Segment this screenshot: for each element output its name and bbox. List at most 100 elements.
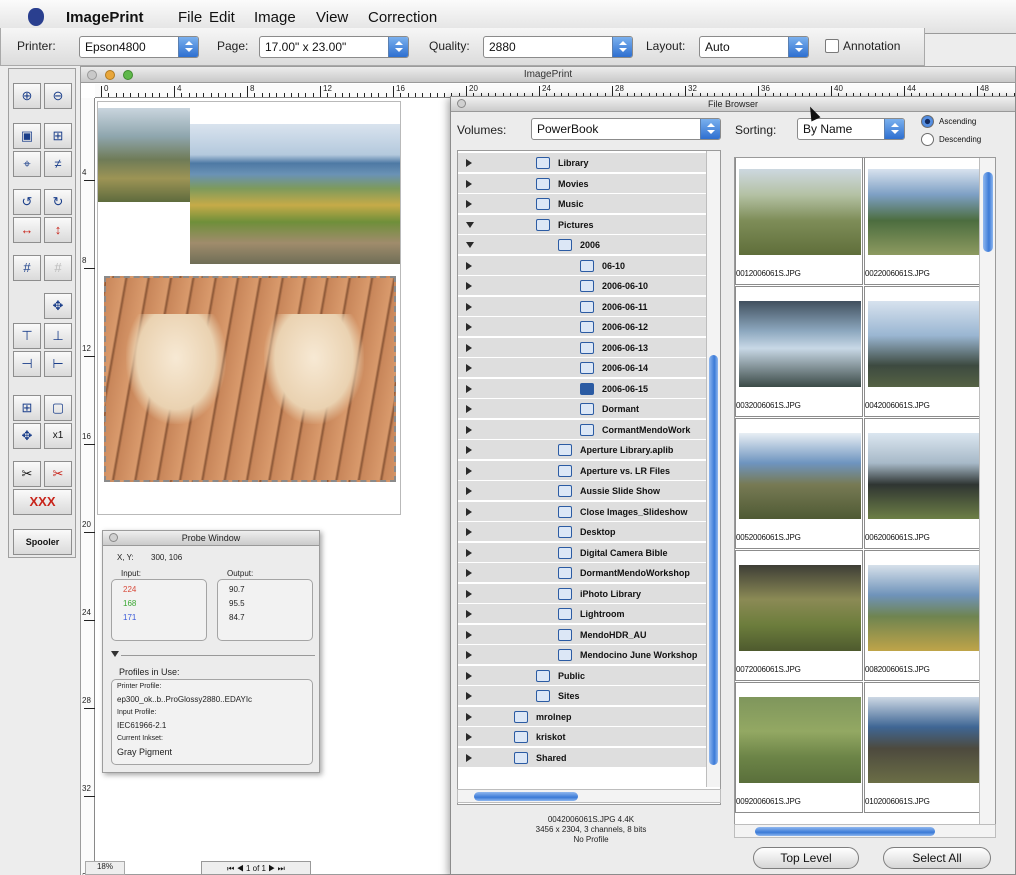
thumbs-vscroll-thumb[interactable] — [983, 172, 993, 252]
rotate-right-icon[interactable]: ↻ — [44, 189, 72, 215]
disclosure-closed-icon[interactable] — [466, 179, 472, 188]
cut-icon[interactable]: ✂ — [13, 461, 41, 487]
disclosure-closed-icon[interactable] — [466, 548, 472, 557]
frame-icon[interactable]: ▢ — [44, 395, 72, 421]
document-title-bar[interactable]: ImagePrint — [81, 67, 1015, 83]
disclosure-closed-icon[interactable] — [466, 507, 472, 516]
disclosure-closed-icon[interactable] — [466, 384, 472, 393]
delete-all-icon[interactable]: XXX — [13, 489, 72, 515]
thumbnail-image[interactable] — [868, 433, 990, 519]
thumbs-hscroll-thumb[interactable] — [755, 827, 935, 836]
tree-row[interactable]: Dormant — [458, 399, 706, 419]
tree-vertical-scrollbar[interactable] — [706, 151, 720, 787]
tree-row[interactable]: Shared — [458, 747, 706, 768]
thumbnail-cell[interactable]: 0032006061S.JPG — [735, 286, 863, 417]
tree-row[interactable]: 2006-06-15 — [458, 378, 706, 399]
page-size-popup[interactable]: 17.00" x 23.00" — [259, 36, 409, 58]
zoom-level[interactable]: 18% — [85, 861, 125, 875]
arrange-icon[interactable]: ▣ — [13, 123, 41, 149]
disclosure-closed-icon[interactable] — [466, 569, 472, 577]
menu-app-name[interactable]: ImagePrint — [66, 9, 144, 26]
disclosure-closed-icon[interactable] — [466, 159, 472, 167]
align-right-icon[interactable]: ⊢ — [44, 351, 72, 377]
prev-page-icon[interactable]: ◀ — [237, 864, 244, 873]
thumbnail-image[interactable] — [739, 697, 861, 783]
tree-row[interactable]: Close Images_Slideshow — [458, 501, 706, 522]
disclosure-closed-icon[interactable] — [466, 528, 472, 536]
photo-coastline-small[interactable] — [98, 108, 190, 202]
tree-row[interactable]: Mendocino June Workshop — [458, 645, 706, 665]
probe-title-bar[interactable]: Probe Window — [103, 531, 319, 546]
thumbnail-cell[interactable]: 0022006061S.JPG — [864, 158, 992, 285]
tree-row[interactable]: 2006-06-11 — [458, 296, 706, 317]
menu-edit[interactable]: Edit — [209, 9, 235, 26]
tree-row[interactable]: Aperture Library.aplib — [458, 440, 706, 460]
disclosure-closed-icon[interactable] — [466, 282, 472, 290]
printer-popup[interactable]: Epson4800 — [79, 36, 199, 58]
top-level-button[interactable]: Top Level — [753, 847, 859, 869]
tree-row[interactable]: mrolnep — [458, 706, 706, 727]
descending-radio[interactable] — [921, 133, 934, 146]
disclosure-closed-icon[interactable] — [466, 630, 472, 639]
first-page-icon[interactable]: ⏮ — [227, 864, 234, 873]
thumbnail-cell[interactable]: 0102006061S.JPG — [864, 682, 992, 813]
thumbnail-cell[interactable]: 0052006061S.JPG — [735, 418, 863, 549]
thumbs-horizontal-scrollbar[interactable] — [734, 824, 996, 838]
tree-row[interactable]: 2006-06-10 — [458, 276, 706, 296]
disclosure-closed-icon[interactable] — [466, 446, 472, 454]
file-browser-title-bar[interactable]: File Browser — [451, 97, 1015, 112]
disclosure-closed-icon[interactable] — [466, 425, 472, 434]
annotation-checkbox[interactable] — [825, 39, 839, 53]
tree-row[interactable]: 2006-06-12 — [458, 317, 706, 337]
close-icon[interactable] — [87, 70, 97, 80]
disclosure-open-icon[interactable] — [466, 242, 474, 248]
disclosure-closed-icon[interactable] — [466, 651, 472, 659]
layout-popup[interactable]: Auto — [699, 36, 809, 58]
tree-row[interactable]: Movies — [458, 173, 706, 194]
rotate-left-icon[interactable]: ↺ — [13, 189, 41, 215]
tree-row[interactable]: Aperture vs. LR Files — [458, 460, 706, 481]
tree-row[interactable]: 2006-06-13 — [458, 337, 706, 358]
disclosure-closed-icon[interactable] — [466, 200, 472, 208]
fit-icon[interactable]: ⊞ — [13, 395, 41, 421]
spooler-button[interactable]: Spooler — [13, 529, 72, 555]
tree-row[interactable]: 2006-06-14 — [458, 358, 706, 378]
tree-row[interactable]: Digital Camera Bible — [458, 542, 706, 563]
select-all-button[interactable]: Select All — [883, 847, 991, 869]
disclosure-closed-icon[interactable] — [466, 487, 472, 495]
scale-button[interactable]: x1 — [44, 423, 72, 449]
thumbnail-cell[interactable]: 0042006061S.JPG — [864, 286, 992, 417]
thumbnail-cell[interactable]: 0092006061S.JPG — [735, 682, 863, 813]
tree-row[interactable]: CormantMendoWork — [458, 419, 706, 440]
zoom-in-icon[interactable]: ⊕ — [13, 83, 41, 109]
close-icon[interactable] — [109, 533, 118, 542]
thumbnail-image[interactable] — [739, 433, 861, 519]
last-page-icon[interactable]: ⏭ — [278, 864, 285, 873]
center-icon[interactable]: ⌖ — [13, 151, 41, 177]
tree-row[interactable]: MendoHDR_AU — [458, 624, 706, 645]
apple-menu-icon[interactable] — [28, 8, 44, 26]
volumes-popup[interactable]: PowerBook — [531, 118, 721, 140]
zoom-icon[interactable] — [123, 70, 133, 80]
thumbnail-image[interactable] — [739, 565, 861, 651]
thumbnail-cell[interactable]: 0012006061S.JPG — [735, 158, 863, 285]
tree-row[interactable]: Aussie Slide Show — [458, 481, 706, 501]
thumbnail-image[interactable] — [868, 697, 990, 783]
disclosure-closed-icon[interactable] — [466, 589, 472, 598]
distribute-icon[interactable]: ≠ — [44, 151, 72, 177]
grid-icon[interactable]: # — [13, 255, 41, 281]
close-icon[interactable] — [457, 99, 466, 108]
tree-vscroll-thumb[interactable] — [709, 355, 718, 765]
thumbnail-image[interactable] — [868, 565, 990, 651]
tree-row[interactable]: Public — [458, 665, 706, 686]
menu-image[interactable]: Image — [254, 9, 296, 26]
disclosure-closed-icon[interactable] — [466, 405, 472, 413]
menu-view[interactable]: View — [316, 9, 348, 26]
tree-row[interactable]: Desktop — [458, 522, 706, 542]
tree-row[interactable]: Lightroom — [458, 604, 706, 624]
disclosure-closed-icon[interactable] — [466, 323, 472, 331]
disclosure-closed-icon[interactable] — [466, 466, 472, 475]
next-page-icon[interactable]: ▶ — [268, 864, 275, 873]
flip-horizontal-icon[interactable]: ↔ — [13, 217, 41, 243]
zoom-out-icon[interactable]: ⊖ — [44, 83, 72, 109]
